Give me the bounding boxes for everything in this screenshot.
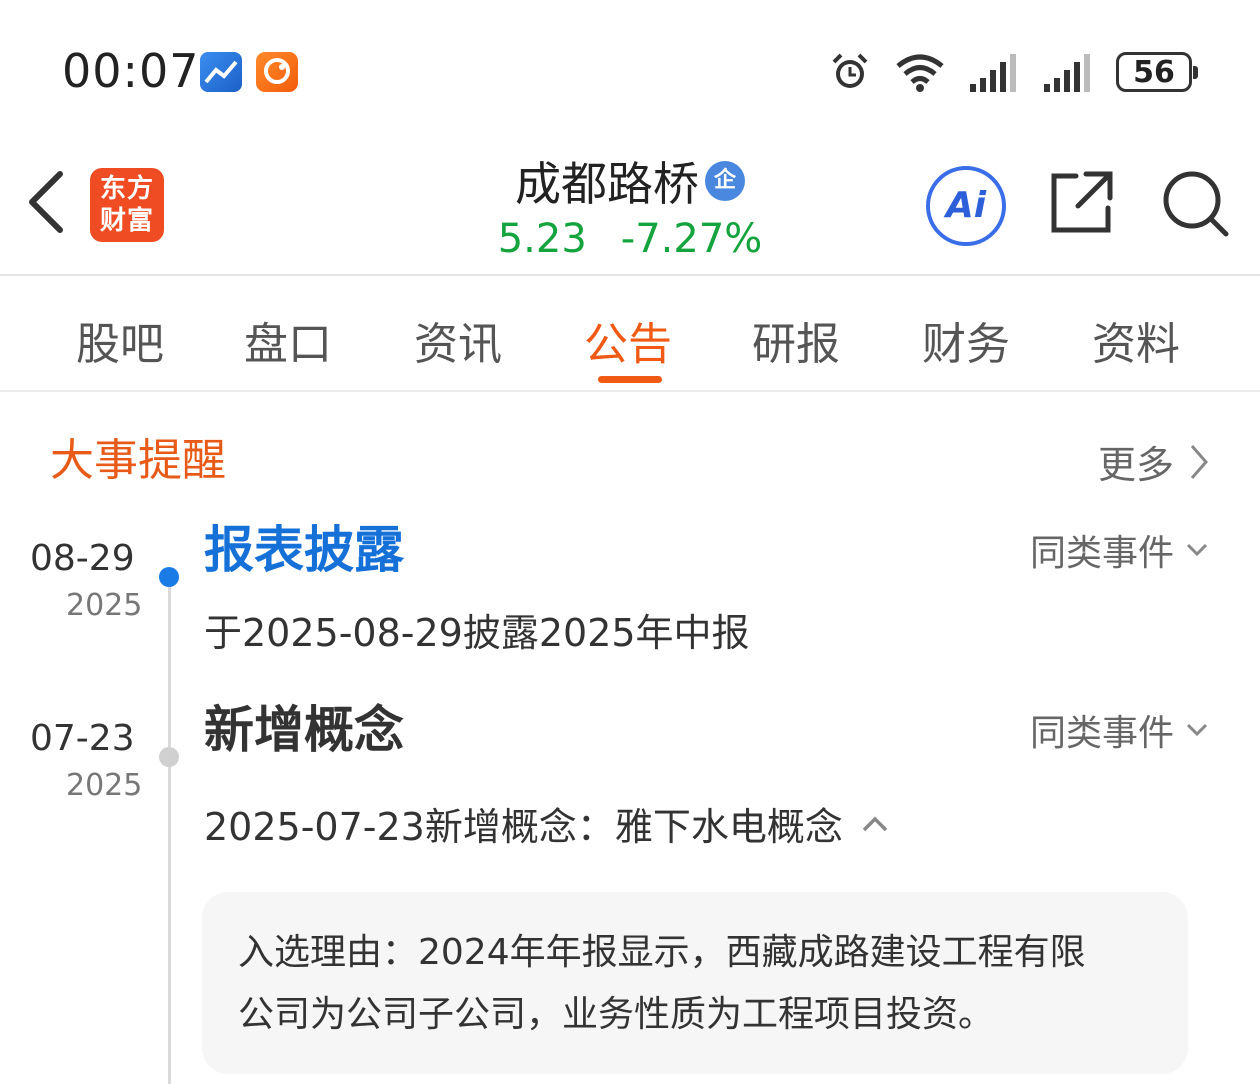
timeline-line (168, 578, 171, 1084)
event-title[interactable]: 新增概念 (204, 690, 404, 762)
timeline-dot (159, 747, 179, 767)
chevron-down-icon (1186, 543, 1208, 557)
share-icon (1051, 171, 1113, 233)
active-tab-indicator (598, 376, 662, 383)
search-button[interactable] (1160, 168, 1230, 238)
more-label: 更多 (1098, 443, 1175, 487)
event-description[interactable]: 2025-07-23新增概念：雅下水电概念 (204, 796, 889, 851)
reason-text-line1: 入选理由：2024年年报显示，西藏成路建设工程有限 (238, 932, 1086, 973)
tab-bar: 股吧 盘口 资讯 公告 研报 财务 资料 (0, 280, 1260, 392)
reason-text-line2: 公司为公司子公司，业务性质为工程项目投资。 (238, 994, 995, 1035)
wifi-icon (896, 54, 944, 92)
stock-app-icon (200, 52, 242, 92)
stock-change: -7.27% (620, 216, 763, 262)
event-description-text: 2025-07-23新增概念：雅下水电概念 (204, 805, 843, 849)
event-description: 于2025-08-29披露2025年中报 (204, 602, 750, 657)
section-title: 大事提醒 (50, 435, 226, 486)
event-title[interactable]: 报表披露 (204, 510, 404, 582)
similar-events-label: 同类事件 (1030, 533, 1175, 574)
status-time: 00:07 (62, 44, 200, 98)
tab-pankou[interactable]: 盘口 (244, 308, 332, 372)
tab-news[interactable]: 资讯 (414, 308, 502, 372)
chevron-down-icon (1186, 723, 1208, 737)
status-bar: 00:07 56 (0, 0, 1260, 140)
stock-header: 东方 财富 成都路桥企 5.23 -7.27% Ai (0, 140, 1260, 276)
battery-icon: 56 (1116, 52, 1198, 92)
similar-events-button[interactable]: 同类事件 (1030, 524, 1208, 576)
event-date: 07-23 (30, 718, 135, 759)
tab-research[interactable]: 研报 (752, 308, 840, 372)
ai-button[interactable]: Ai (926, 166, 1006, 246)
reason-box: 入选理由：2024年年报显示，西藏成路建设工程有限 公司为公司子公司，业务性质为… (202, 892, 1188, 1074)
signal-icon (970, 54, 1016, 92)
event-year: 2025 (66, 768, 143, 803)
share-button[interactable] (1046, 168, 1116, 238)
stock-name: 成都路桥 (515, 157, 699, 211)
event-description-text: 于2025-08-29披露2025年中报 (204, 611, 750, 655)
event-date: 08-29 (30, 538, 135, 579)
timeline-dot-active (159, 567, 179, 587)
chevron-right-icon (1190, 444, 1209, 479)
signal-icon (1044, 54, 1090, 92)
enterprise-badge: 企 (705, 161, 745, 201)
alarm-icon (832, 53, 868, 88)
search-icon (1163, 171, 1229, 237)
stock-price: 5.23 (497, 216, 587, 262)
similar-events-button[interactable]: 同类事件 (1030, 704, 1208, 756)
event-year: 2025 (66, 588, 143, 623)
game-app-icon (256, 52, 298, 92)
similar-events-label: 同类事件 (1030, 713, 1175, 754)
more-link[interactable]: 更多 (1098, 434, 1210, 489)
tab-announcements[interactable]: 公告 (584, 308, 672, 372)
tab-guba[interactable]: 股吧 (76, 308, 164, 372)
tab-profile[interactable]: 资料 (1092, 308, 1180, 372)
chevron-up-icon[interactable] (861, 815, 889, 833)
tab-finance[interactable]: 财务 (922, 308, 1010, 372)
